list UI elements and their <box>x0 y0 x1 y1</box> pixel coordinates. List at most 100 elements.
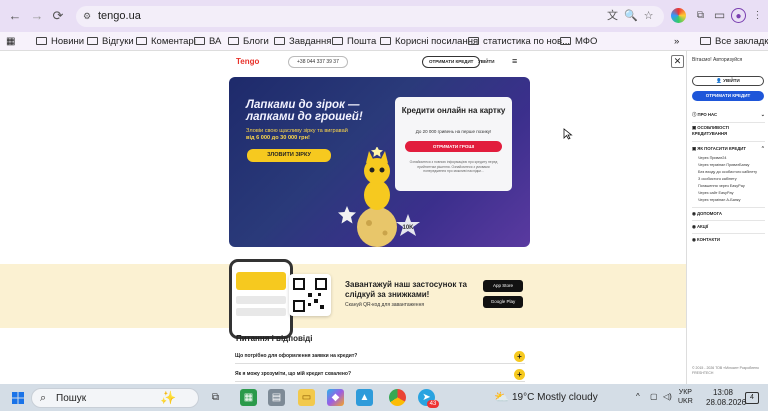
bookmark-mfo[interactable]: МФО <box>560 35 597 48</box>
side-login-button[interactable]: 👤 УВІЙТИ <box>692 76 764 86</box>
hero-subtitle: Зловіи свою щасливу зірку та вигравай від… <box>246 128 348 141</box>
weather-temp[interactable]: 19°C Mostly cloudy <box>512 392 598 403</box>
faq-item[interactable]: Що потрібно для оформлення заявки на кре… <box>235 350 525 364</box>
side-subitem[interactable]: Через термінал А-Банку <box>698 198 741 202</box>
weather-cloud-icon[interactable]: ⛅ <box>494 390 509 404</box>
side-subitem[interactable]: Без входу до особистого кабінету <box>698 170 757 174</box>
address-bar[interactable]: ⚙ tengo.ua 文 🔍 ☆ <box>76 6 664 27</box>
web-page: Tengo +38 044 337 39 37 ОТРИМАТИ КРЕДИТ … <box>0 51 686 384</box>
sidebar-icon[interactable]: ▭ <box>712 8 727 23</box>
side-section-about[interactable]: ⓘ ПРО НАС ⌄ <box>692 112 765 118</box>
site-info-icon[interactable]: ⚙ <box>83 11 94 22</box>
back-icon[interactable]: ← <box>8 9 22 23</box>
url-text[interactable]: tengo.ua <box>98 10 141 22</box>
card-disclaimer: Ознайомтеся з повною інформацією про кре… <box>409 160 498 173</box>
side-get-credit-button[interactable]: ОТРИМАТИ КРЕДИТ <box>692 91 764 101</box>
bookmark-blogs[interactable]: Блоги <box>228 35 269 48</box>
file-explorer-icon[interactable]: ▭ <box>298 389 315 406</box>
all-bookmarks[interactable]: Все закладки <box>700 35 768 48</box>
plus-icon[interactable]: + <box>514 369 525 380</box>
side-subitem[interactable]: Через Приват24 <box>698 156 727 160</box>
photos-icon[interactable]: ▲ <box>356 389 373 406</box>
side-section-features[interactable]: ▣ ОСОБЛИВОСТІ КРЕДИТУВАННЯ <box>692 125 758 136</box>
catch-star-button[interactable]: ЗЛОВИТИ ЗІРКУ <box>247 149 331 162</box>
bookmark-news[interactable]: Новини <box>36 35 84 48</box>
task-view-icon[interactable]: ⧉ <box>207 389 224 406</box>
side-greeting: Вітаємо! Авторизуйся <box>692 57 743 63</box>
zoom-icon[interactable]: 🔍 <box>624 10 638 23</box>
bookmark-reviews[interactable]: Відгуки <box>87 35 134 48</box>
header-get-credit-button[interactable]: ОТРИМАТИ КРЕДИТ <box>422 56 481 68</box>
side-section-contacts[interactable]: ◉ КОНТАКТИ <box>692 237 765 243</box>
bookmark-mail[interactable]: Пошта <box>332 35 376 48</box>
card-subtitle: До 20 000 гривень на перше позику! <box>415 129 492 134</box>
store-app-icon[interactable]: ▦ <box>240 389 257 406</box>
site-logo[interactable]: Tengo <box>236 57 259 66</box>
apps-grid-icon[interactable]: ▦ <box>6 35 15 48</box>
side-subitem[interactable]: Погашення через EasyPay <box>698 184 745 188</box>
svg-text:10K: 10K <box>402 225 414 231</box>
side-footer: © 2015 - 2026 ТОВ «Мілоан» Розроблено FR… <box>692 366 759 375</box>
chrome-icon[interactable] <box>389 389 406 406</box>
side-section-repay[interactable]: ▣ ЯК ПОГАСИТИ КРЕДИТ ⌃ <box>692 146 765 152</box>
bookmark-useful-links[interactable]: Корисні посилання <box>380 35 478 48</box>
profile-icon[interactable]: ● <box>731 8 746 23</box>
get-money-button[interactable]: ОТРИМАТИ ГРОШІ <box>405 141 502 152</box>
faq-title: Питання і відповіді <box>236 334 313 343</box>
qr-code-icon <box>289 274 331 316</box>
bookmark-tasks[interactable]: Завдання <box>274 35 331 48</box>
google-play-button[interactable]: Google Play <box>483 296 523 308</box>
bookmark-statistics[interactable]: статистика по нов... <box>468 35 570 48</box>
extensions-puzzle-icon[interactable]: ⧉ <box>693 8 708 23</box>
tray-overflow-icon[interactable]: ^ <box>636 392 640 401</box>
bookmark-comments[interactable]: Коментарі <box>136 35 196 48</box>
bookmarks-bar: ▦ Новини Відгуки Коментарі ВА Блоги Завд… <box>0 32 768 51</box>
side-section-promos[interactable]: ◉ АКЦІЇ <box>692 224 765 230</box>
folder-icon <box>136 37 147 45</box>
taskbar-search[interactable]: ⌕ Пошук ✨ <box>31 388 199 408</box>
notifications-icon[interactable]: 4 <box>745 392 759 404</box>
star-icon[interactable]: ☆ <box>642 10 655 23</box>
chevron-up-icon: ⌃ <box>760 146 765 152</box>
windows-start-icon[interactable] <box>12 392 24 404</box>
side-subitem[interactable]: Через сайт EasyPay <box>698 191 734 195</box>
clock[interactable]: 13:08 28.08.2026 <box>706 388 746 408</box>
card-title: Кредити онлайн на картку <box>401 106 506 115</box>
header-login-link[interactable]: УВІЙТИ <box>478 59 495 64</box>
promo-title: Завантажуй наш застосунок та слідкуй за … <box>345 280 467 299</box>
side-subitem[interactable]: З особистого кабінету <box>698 177 737 181</box>
phone-button[interactable]: +38 044 337 39 37 <box>288 56 348 68</box>
hero-banner: Лапками до зірок — лапками до грошей! Зл… <box>229 77 530 247</box>
copilot-icon[interactable]: ◆ <box>327 389 344 406</box>
burger-menu-icon[interactable]: ≡ <box>512 57 517 66</box>
bookmark-va[interactable]: ВА <box>194 35 221 48</box>
menu-dots-icon[interactable]: ⋮ <box>750 8 765 23</box>
extension-icon[interactable] <box>671 8 686 23</box>
site-header: Tengo +38 044 337 39 37 ОТРИМАТИ КРЕДИТ … <box>0 51 686 73</box>
language-indicator[interactable]: УКР UKR <box>678 388 693 406</box>
reload-icon[interactable]: ⟳ <box>51 9 65 23</box>
bookmarks-overflow[interactable]: » <box>674 35 679 48</box>
folder-icon <box>700 37 711 45</box>
faq-question[interactable]: Як я можу зрозуміти, що мій кредит схвал… <box>235 371 351 377</box>
calculator-icon[interactable]: ▤ <box>268 389 285 406</box>
folder-icon <box>560 37 571 45</box>
close-menu-icon[interactable]: ✕ <box>671 55 684 68</box>
app-store-button[interactable]: App Store <box>483 280 523 292</box>
faq-item[interactable]: Як я можу зрозуміти, що мій кредит схвал… <box>235 368 525 382</box>
translate-icon[interactable]: 文 <box>606 10 619 23</box>
faq-question[interactable]: Що потрібно для оформлення заявки на кре… <box>235 353 357 359</box>
side-subitem[interactable]: Через термінал ПриватБанку <box>698 163 749 167</box>
side-section-help[interactable]: ◉ ДОПОМОГА <box>692 211 765 217</box>
forward-icon[interactable]: → <box>30 9 44 23</box>
volume-icon[interactable]: ◁) <box>663 392 672 401</box>
divider <box>692 141 765 142</box>
chevron-down-icon: ⌄ <box>760 112 765 118</box>
network-icon[interactable]: ▢ <box>650 392 658 401</box>
folder-icon <box>274 37 285 45</box>
hero-title: Лапками до зірок — лапками до грошей! <box>246 99 363 123</box>
sparkle-icon: ✨ <box>160 390 177 405</box>
divider <box>692 233 765 234</box>
search-placeholder[interactable]: Пошук <box>56 393 86 404</box>
plus-icon[interactable]: + <box>514 351 525 362</box>
